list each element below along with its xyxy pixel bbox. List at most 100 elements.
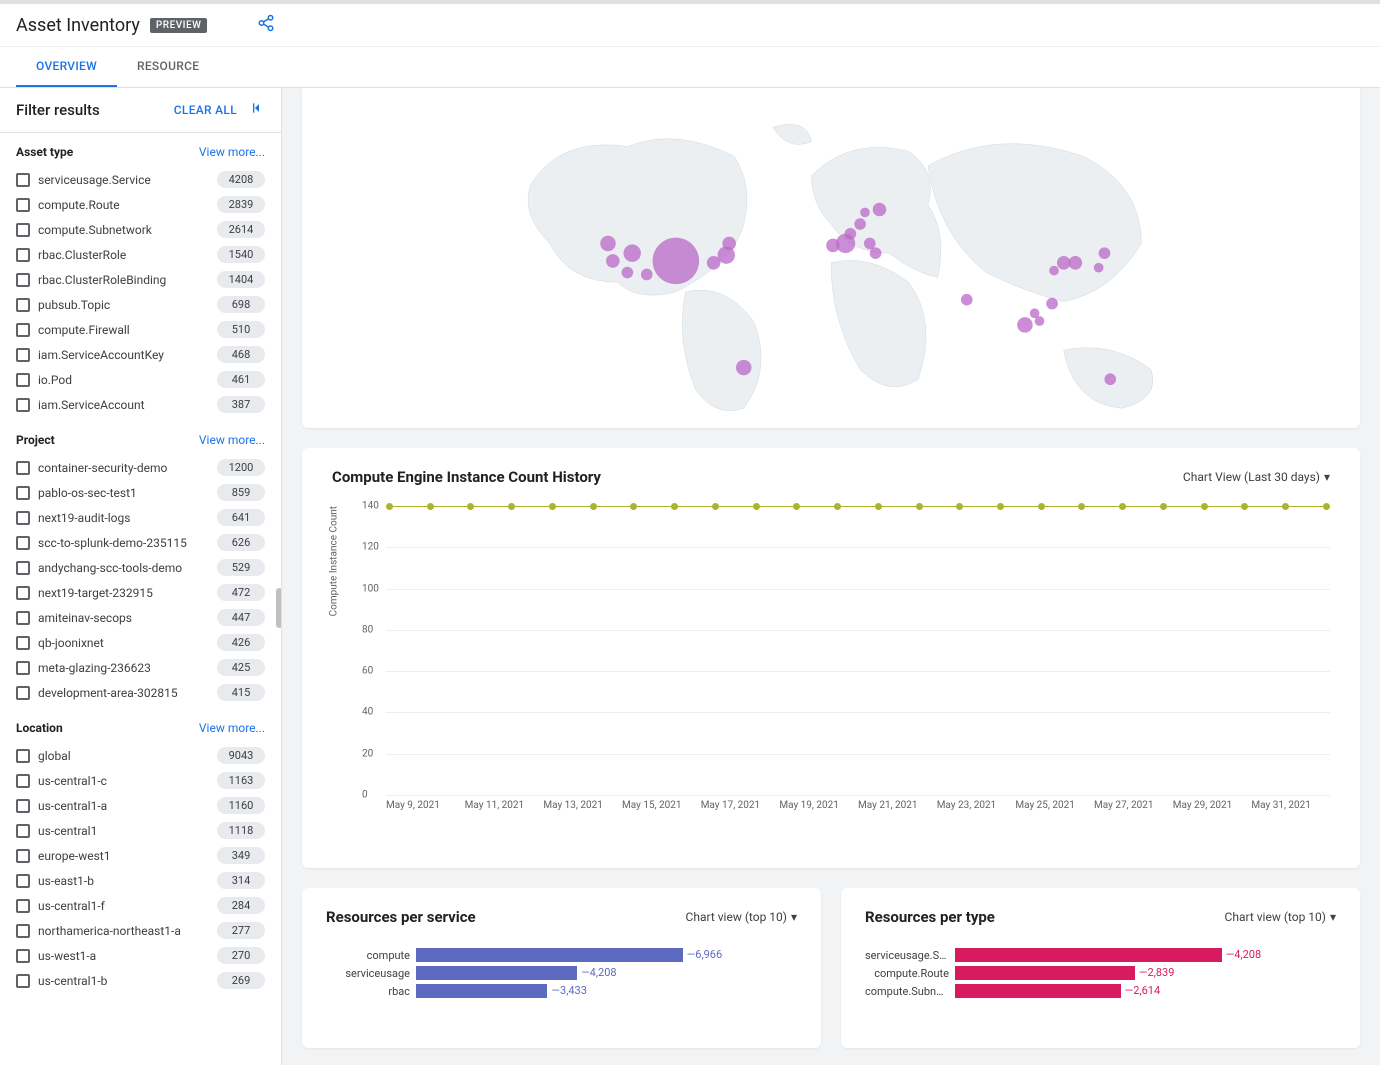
filter-row[interactable]: iam.ServiceAccountKey468 xyxy=(16,342,265,367)
data-point[interactable] xyxy=(508,503,515,510)
map-bubble[interactable] xyxy=(873,203,887,217)
view-more-link[interactable]: View more... xyxy=(199,145,265,159)
filter-checkbox[interactable] xyxy=(16,248,30,262)
data-point[interactable] xyxy=(549,503,556,510)
map-bubble[interactable] xyxy=(854,218,866,230)
filter-row[interactable]: us-central11118 xyxy=(16,818,265,843)
clear-all-button[interactable]: CLEAR ALL xyxy=(174,103,237,117)
map-bubble[interactable] xyxy=(1035,316,1045,326)
data-point[interactable] xyxy=(875,503,882,510)
view-more-link[interactable]: View more... xyxy=(199,721,265,735)
filter-checkbox[interactable] xyxy=(16,611,30,625)
bar-fill[interactable] xyxy=(416,948,683,962)
filter-checkbox[interactable] xyxy=(16,586,30,600)
filter-checkbox[interactable] xyxy=(16,348,30,362)
map-bubble[interactable] xyxy=(623,244,640,261)
map-bubble[interactable] xyxy=(1104,373,1116,385)
filter-checkbox[interactable] xyxy=(16,273,30,287)
filter-row[interactable]: scc-to-splunk-demo-235115626 xyxy=(16,530,265,555)
data-point[interactable] xyxy=(427,503,434,510)
tab-overview[interactable]: OVERVIEW xyxy=(16,47,117,87)
data-point[interactable] xyxy=(630,503,637,510)
data-point[interactable] xyxy=(590,503,597,510)
view-more-link[interactable]: View more... xyxy=(199,433,265,447)
filter-checkbox[interactable] xyxy=(16,636,30,650)
filter-row[interactable]: io.Pod461 xyxy=(16,367,265,392)
map-bubble[interactable] xyxy=(864,238,876,250)
data-point[interactable] xyxy=(753,503,760,510)
data-point[interactable] xyxy=(467,503,474,510)
filter-checkbox[interactable] xyxy=(16,774,30,788)
filter-checkbox[interactable] xyxy=(16,536,30,550)
map-bubble[interactable] xyxy=(1057,256,1071,270)
filter-row[interactable]: rbac.ClusterRole1540 xyxy=(16,242,265,267)
filter-checkbox[interactable] xyxy=(16,686,30,700)
filter-checkbox[interactable] xyxy=(16,486,30,500)
data-point[interactable] xyxy=(956,503,963,510)
data-point[interactable] xyxy=(834,503,841,510)
filter-row[interactable]: iam.ServiceAccount387 xyxy=(16,392,265,417)
filter-checkbox[interactable] xyxy=(16,849,30,863)
bar-fill[interactable] xyxy=(416,966,577,980)
filter-row[interactable]: rbac.ClusterRoleBinding1404 xyxy=(16,267,265,292)
data-point[interactable] xyxy=(1323,503,1330,510)
filter-row[interactable]: next19-target-232915472 xyxy=(16,580,265,605)
filter-checkbox[interactable] xyxy=(16,924,30,938)
data-point[interactable] xyxy=(1160,503,1167,510)
map-bubble[interactable] xyxy=(641,269,653,281)
share-icon[interactable] xyxy=(257,14,275,36)
filter-checkbox[interactable] xyxy=(16,974,30,988)
filter-checkbox[interactable] xyxy=(16,749,30,763)
data-point[interactable] xyxy=(712,503,719,510)
filter-checkbox[interactable] xyxy=(16,198,30,212)
bar-fill[interactable] xyxy=(416,984,547,998)
filter-checkbox[interactable] xyxy=(16,874,30,888)
filter-checkbox[interactable] xyxy=(16,561,30,575)
map-bubble[interactable] xyxy=(1094,263,1104,273)
map-bubble[interactable] xyxy=(1017,317,1033,333)
map-bubble[interactable] xyxy=(1046,298,1058,310)
filter-checkbox[interactable] xyxy=(16,223,30,237)
filter-checkbox[interactable] xyxy=(16,799,30,813)
bar-fill[interactable] xyxy=(955,984,1121,998)
filter-checkbox[interactable] xyxy=(16,824,30,838)
data-point[interactable] xyxy=(1078,503,1085,510)
filter-row[interactable]: us-central1-c1163 xyxy=(16,768,265,793)
data-point[interactable] xyxy=(793,503,800,510)
data-point[interactable] xyxy=(671,503,678,510)
filter-row[interactable]: amiteinav-secops447 xyxy=(16,605,265,630)
filter-row[interactable]: development-area-302815415 xyxy=(16,680,265,705)
bar-fill[interactable] xyxy=(955,948,1222,962)
filter-row[interactable]: pablo-os-sec-test1859 xyxy=(16,480,265,505)
instance-history-dropdown[interactable]: Chart View (Last 30 days) ▾ xyxy=(1183,470,1330,484)
data-point[interactable] xyxy=(1241,503,1248,510)
filter-row[interactable]: global9043 xyxy=(16,743,265,768)
filter-row[interactable]: container-security-demo1200 xyxy=(16,455,265,480)
filter-row[interactable]: europe-west1349 xyxy=(16,843,265,868)
filter-row[interactable]: us-central1-a1160 xyxy=(16,793,265,818)
map-bubble[interactable] xyxy=(600,236,616,252)
resources-per-service-dropdown[interactable]: Chart view (top 10) ▾ xyxy=(686,910,797,924)
filter-row[interactable]: us-west1-a270 xyxy=(16,943,265,968)
map-bubble[interactable] xyxy=(1069,256,1083,270)
filter-checkbox[interactable] xyxy=(16,398,30,412)
data-point[interactable] xyxy=(386,503,393,510)
filter-row[interactable]: compute.Route2839 xyxy=(16,192,265,217)
map-bubble[interactable] xyxy=(736,360,752,376)
filter-row[interactable]: northamerica-northeast1-a277 xyxy=(16,918,265,943)
sidebar-scrollbar[interactable] xyxy=(276,588,282,628)
tab-resource[interactable]: RESOURCE xyxy=(117,47,219,87)
resources-per-type-dropdown[interactable]: Chart view (top 10) ▾ xyxy=(1225,910,1336,924)
filter-row[interactable]: qb-joonixnet426 xyxy=(16,630,265,655)
filter-checkbox[interactable] xyxy=(16,323,30,337)
data-point[interactable] xyxy=(1282,503,1289,510)
data-point[interactable] xyxy=(1119,503,1126,510)
bar-fill[interactable] xyxy=(955,966,1135,980)
map-bubble[interactable] xyxy=(622,267,634,279)
map-bubble[interactable] xyxy=(1099,247,1111,259)
filter-row[interactable]: andychang-scc-tools-demo529 xyxy=(16,555,265,580)
data-point[interactable] xyxy=(1201,503,1208,510)
filter-checkbox[interactable] xyxy=(16,661,30,675)
filter-checkbox[interactable] xyxy=(16,298,30,312)
filter-row[interactable]: next19-audit-logs641 xyxy=(16,505,265,530)
